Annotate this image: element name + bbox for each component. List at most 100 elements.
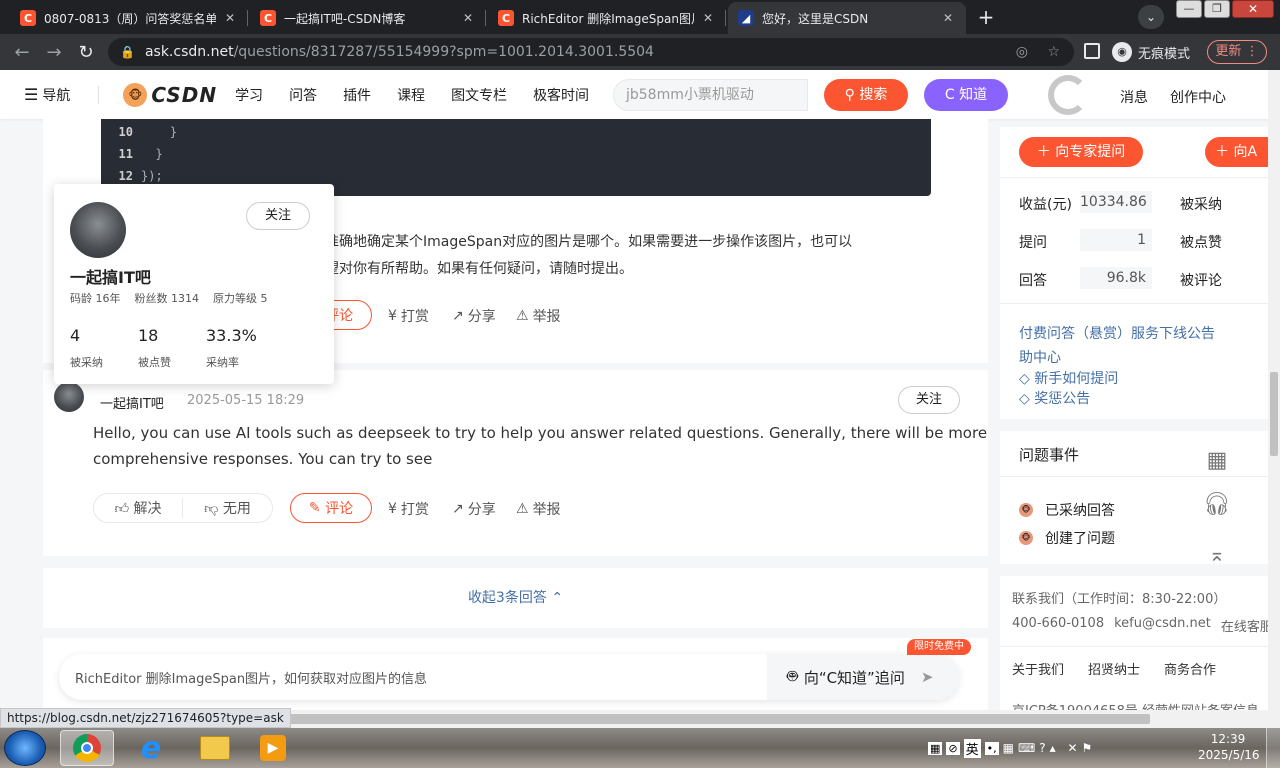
email-link[interactable]: kefu@csdn.net bbox=[1114, 616, 1211, 635]
creator-center-link[interactable]: 创作中心 bbox=[1170, 87, 1226, 107]
comment-button[interactable]: ✎ 评论 bbox=[290, 493, 372, 523]
robot-icon: 🤖︎ bbox=[787, 665, 798, 687]
adoption-rate-label: 采纳率 bbox=[206, 356, 239, 369]
tab-title: RichEditor 删除ImageSpan图片 bbox=[522, 11, 694, 26]
c-know-button[interactable]: C 知道 bbox=[924, 79, 1008, 111]
search-input[interactable]: jb58mm小票机驱动 bbox=[613, 79, 808, 111]
popup-username[interactable]: 一起搞IT吧 bbox=[70, 264, 151, 288]
useless-button[interactable]: 👎︎ 无用 bbox=[183, 498, 272, 518]
follow-button[interactable]: 关注 bbox=[898, 386, 960, 414]
nav-link-qa[interactable]: 问答 bbox=[289, 85, 317, 105]
clock[interactable]: 12:39 2025/5/16 bbox=[1198, 731, 1260, 763]
minimize-icon[interactable]: — bbox=[1176, 0, 1202, 18]
browser-tab-3[interactable]: C RichEditor 删除ImageSpan图片 ✕ bbox=[488, 2, 726, 34]
nav-link-geektime[interactable]: 极客时间 bbox=[533, 85, 589, 105]
icp-line: 京ICP备19004658号 经营性网站备案信息 bbox=[1012, 700, 1259, 710]
ask-ai-button[interactable]: ＋ 向A bbox=[1205, 137, 1268, 167]
incognito-indicator[interactable]: ◉ 无痕模式 bbox=[1112, 40, 1202, 64]
vertical-scrollbar[interactable] bbox=[1268, 70, 1280, 710]
line-number: 12 bbox=[118, 169, 133, 183]
collapse-answers-button[interactable]: 收起3条回答 ⌃ bbox=[43, 568, 988, 628]
online-service-link[interactable]: 在线客服 bbox=[1221, 616, 1268, 635]
tab-search-chevron-down-icon[interactable]: ⌄ bbox=[1138, 5, 1164, 29]
forward-arrow-icon[interactable]: → bbox=[38, 42, 70, 63]
qr-code-icon[interactable]: ▦ bbox=[1196, 448, 1238, 484]
share-button[interactable]: ↗ 分享 bbox=[452, 306, 496, 326]
window-close-icon[interactable]: ✕ bbox=[1232, 0, 1274, 18]
back-arrow-icon[interactable]: ← bbox=[6, 42, 38, 63]
new-tab-button[interactable]: + bbox=[974, 6, 998, 28]
bookmark-star-icon[interactable]: ☆ bbox=[1047, 44, 1060, 60]
headset-icon[interactable]: 🎧︎ bbox=[1196, 484, 1238, 536]
rewards-link[interactable]: ◇ 奖惩公告 bbox=[1019, 388, 1090, 408]
report-button[interactable]: ⚠ 举报 bbox=[516, 306, 561, 326]
address-bar[interactable]: 🔒 ask.csdn.net /questions/8317287/551549… bbox=[108, 38, 1074, 66]
code-line: 10 } bbox=[101, 123, 931, 143]
messages-link[interactable]: 消息 bbox=[1120, 87, 1148, 107]
tray-icons[interactable]: ▦⌨?▴ ✕⚑ bbox=[1003, 741, 1097, 755]
stat-value: 1 bbox=[1080, 229, 1152, 251]
close-icon[interactable]: ✕ bbox=[940, 11, 956, 25]
user-avatar-placeholder-icon[interactable] bbox=[1048, 75, 1088, 115]
browser-tab-1[interactable]: C 0807-0813（周）问答奖惩名单公 ✕ bbox=[10, 2, 248, 34]
report-button[interactable]: ⚠ 举报 bbox=[516, 499, 561, 519]
nav-link-learn[interactable]: 学习 bbox=[235, 85, 263, 105]
business-link[interactable]: 商务合作 bbox=[1164, 659, 1216, 678]
how-to-ask-link[interactable]: ◇ 新手如何提问 bbox=[1019, 368, 1118, 388]
scrollbar-thumb[interactable] bbox=[274, 714, 1150, 724]
solved-label: 解决 bbox=[133, 501, 162, 517]
announcement-link[interactable]: 付费问答（悬赏）服务下线公告 bbox=[1019, 323, 1215, 343]
chevron-up-icon: ⌃ bbox=[551, 590, 564, 606]
ask-c-know-button[interactable]: 🤖︎ 向“C知道”追问 ➤ bbox=[767, 654, 959, 700]
close-icon[interactable]: ✕ bbox=[222, 11, 238, 25]
nav-link-course[interactable]: 课程 bbox=[397, 85, 425, 105]
help-center-link[interactable]: 助中心 bbox=[1019, 347, 1061, 367]
follow-button[interactable]: 关注 bbox=[246, 202, 310, 230]
show-desktop-button[interactable] bbox=[1266, 728, 1280, 768]
avatar[interactable] bbox=[54, 382, 84, 412]
ask-expert-button[interactable]: ＋ 向专家提问 bbox=[1019, 137, 1143, 167]
back-to-top-icon[interactable]: ⌅ bbox=[1196, 536, 1238, 576]
start-button-icon[interactable] bbox=[4, 730, 46, 766]
ask-button-label: 向“C知道”追问 bbox=[803, 668, 905, 687]
close-icon[interactable]: ✕ bbox=[460, 11, 476, 25]
search-button[interactable]: ⚲ 搜索 bbox=[824, 79, 908, 111]
avatar[interactable] bbox=[70, 202, 126, 258]
scrollbar-thumb[interactable] bbox=[1270, 372, 1278, 456]
chrome-taskbar-icon[interactable] bbox=[60, 730, 114, 766]
eye-off-icon[interactable]: ◎ bbox=[1016, 44, 1028, 60]
edit-icon: ✎ bbox=[308, 500, 321, 516]
horizontal-scrollbar[interactable] bbox=[270, 710, 1280, 728]
ime-grid-icon[interactable]: ▦ bbox=[928, 741, 943, 755]
no-entry-icon[interactable]: ⊘ bbox=[946, 741, 960, 755]
update-label: 更新 bbox=[1215, 44, 1242, 59]
ime-language[interactable]: 英 bbox=[963, 738, 981, 758]
nav-link-column[interactable]: 图文专栏 bbox=[451, 85, 507, 105]
close-icon[interactable]: ✕ bbox=[700, 11, 716, 25]
about-link[interactable]: 关于我们 bbox=[1012, 659, 1064, 678]
explorer-taskbar-icon[interactable] bbox=[188, 730, 242, 766]
browser-tab-2[interactable]: C 一起搞IT吧-CSDN博客 ✕ bbox=[250, 2, 486, 34]
side-panel-icon[interactable] bbox=[1084, 43, 1100, 59]
csdn-logo[interactable]: 🐵 CSDN bbox=[123, 82, 217, 107]
reward-button[interactable]: ¥ 打赏 bbox=[388, 306, 429, 326]
restore-icon[interactable]: ❐ bbox=[1204, 0, 1230, 18]
update-button[interactable]: 更新 ⋮ bbox=[1207, 40, 1267, 64]
user-popup-card: 关注 一起搞IT吧 码龄 16年 粉丝数 1314 原力等级 5 4 被采纳 1… bbox=[54, 184, 334, 384]
reward-icon: ¥ bbox=[388, 308, 397, 324]
report-label: 举报 bbox=[532, 502, 561, 518]
nav-link-plugin[interactable]: 插件 bbox=[343, 85, 371, 105]
answer-author[interactable]: 一起搞IT吧 bbox=[100, 393, 164, 412]
careers-link[interactable]: 招贤纳士 bbox=[1088, 659, 1140, 678]
browser-tab-4[interactable]: ◢ 您好，这里是CSDN ✕ bbox=[728, 2, 966, 34]
media-player-taskbar-icon[interactable]: ▶ bbox=[246, 730, 300, 766]
reward-button[interactable]: ¥ 打赏 bbox=[388, 499, 429, 519]
nav-menu[interactable]: ☰ 导航 bbox=[24, 85, 70, 105]
events-title: 问题事件 bbox=[1019, 446, 1080, 464]
ie-taskbar-icon[interactable]: e bbox=[124, 730, 178, 766]
punctuation-icon[interactable]: •, bbox=[984, 741, 999, 755]
reload-icon[interactable]: ↻ bbox=[70, 42, 102, 63]
share-button[interactable]: ↗ 分享 bbox=[452, 499, 496, 519]
ask-input[interactable]: RichEditor 删除ImageSpan图片，如何获取对应图片的信息 bbox=[75, 668, 427, 687]
solved-button[interactable]: 👍︎ 解决 bbox=[94, 498, 183, 518]
